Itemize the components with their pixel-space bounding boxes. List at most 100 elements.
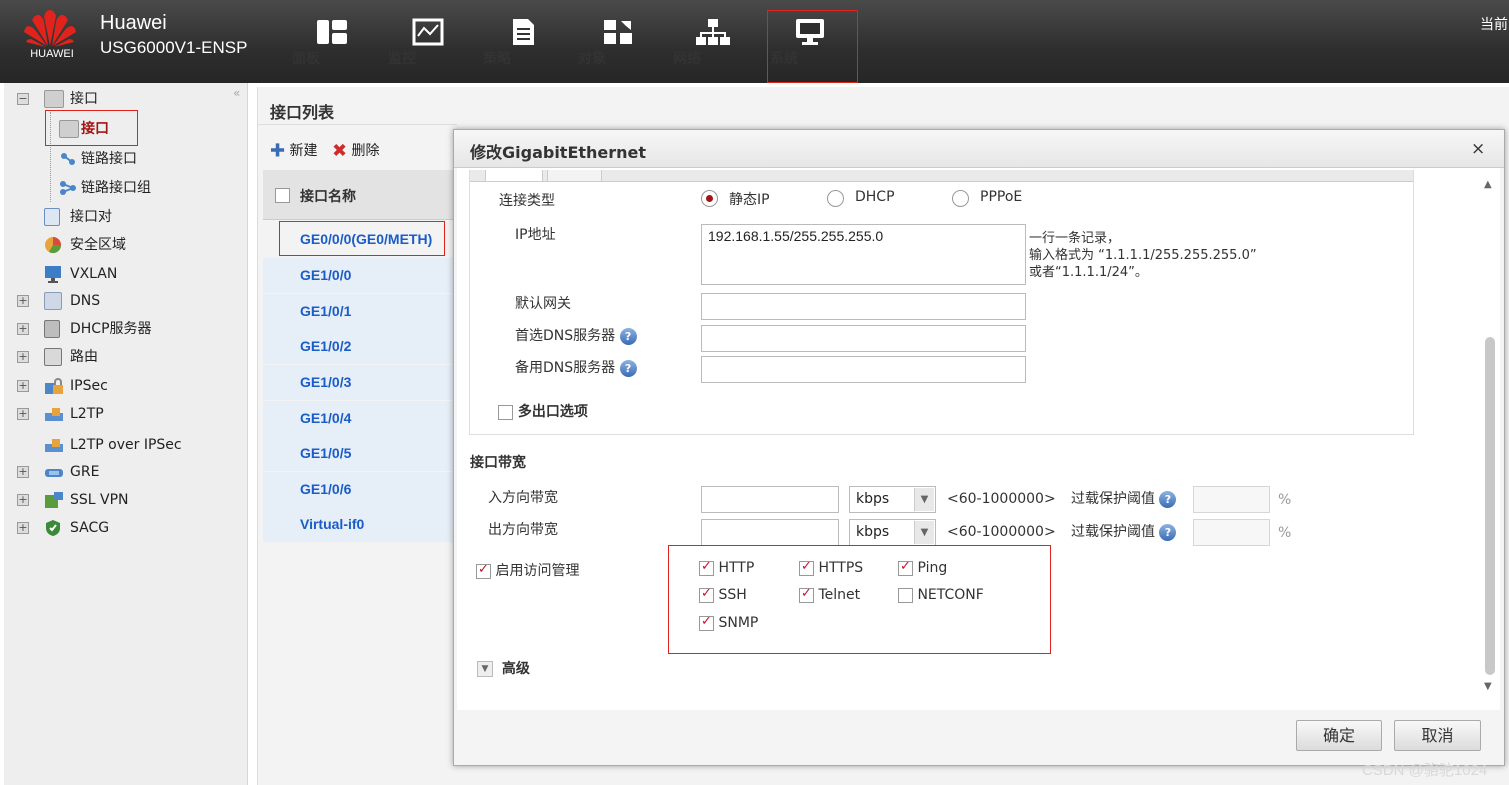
collapse-expander-icon[interactable]: − [17,93,29,105]
inbound-threshold-input[interactable] [1193,486,1270,513]
tree-item-label: GRE [70,464,100,480]
tree-item-label: L2TP [70,406,104,422]
access-management-checkbox[interactable] [476,562,491,579]
expand-expander-icon[interactable]: + [17,408,29,420]
current-user-label: 当前 [1480,17,1508,33]
tree-item-link-interface-group[interactable]: 链路接口组 [57,176,217,200]
help-icon[interactable]: ? [1159,523,1177,541]
nav-monitor[interactable]: 监控 [388,14,468,80]
select-all-checkbox[interactable] [275,187,290,203]
multi-exit-label: 多出口选项 [517,404,588,420]
scroll-up-icon[interactable]: ▲ [1484,179,1492,190]
interface-row[interactable]: GE1/0/6 [263,472,455,507]
secondary-dns-input[interactable] [701,356,1026,383]
threshold-label-text: 过载保护阈值 [1071,491,1155,507]
expand-expander-icon[interactable]: + [17,323,29,335]
tree-item-gre[interactable]: + GRE [17,460,217,484]
nav-policy[interactable]: 策略 [483,14,563,80]
interface-row[interactable]: GE1/0/0 [263,258,455,293]
tree-item-ssl-vpn[interactable]: + SSL VPN [17,488,217,512]
new-button[interactable]: ✚ 新建 [270,140,318,162]
close-icon[interactable]: × [1471,139,1485,159]
tree-item-dhcp-server[interactable]: + DHCP服务器 [17,317,217,341]
expand-expander-icon[interactable]: + [17,494,29,506]
scroll-down-icon[interactable]: ▼ [1484,681,1492,692]
outbound-range-hint: <60-1000000> [947,524,1056,540]
expand-expander-icon[interactable]: + [17,295,29,307]
help-icon[interactable]: ? [619,359,637,377]
monitor-icon [412,18,444,46]
interface-row[interactable]: GE1/0/5 [263,436,455,471]
tree-item-interface-group[interactable]: − 接口 [17,87,217,111]
outbound-percent: % [1278,525,1292,541]
delete-button-label: 删除 [351,143,380,159]
tree-item-dns[interactable]: + DNS [17,289,217,313]
radio-dhcp[interactable] [827,190,844,207]
outbound-bandwidth-input[interactable] [701,519,839,546]
ip-hint-line: 输入格式为 “1.1.1.1/255.255.255.0” [1029,248,1257,263]
tree-item-label: 链路接口 [81,151,137,167]
security-zone-icon [44,236,62,254]
object-icon [604,20,632,44]
interface-row[interactable]: GE1/0/1 [263,294,455,329]
secondary-dns-label-text: 备用DNS服务器 [515,360,616,376]
inbound-percent: % [1278,492,1292,508]
inbound-unit-select[interactable]: kbps ▼ [849,486,936,513]
gateway-input[interactable] [701,293,1026,320]
multi-exit-option[interactable]: 多出口选项 [498,401,588,421]
ok-button[interactable]: 确定 [1296,720,1382,751]
nav-object[interactable]: 对象 [578,14,658,80]
radio-pppoe[interactable] [952,190,969,207]
expand-expander-icon[interactable]: + [17,380,29,392]
radio-static-ip[interactable] [701,190,718,207]
tree-item-vxlan[interactable]: VXLAN [44,262,204,286]
ip-address-label: IP地址 [515,227,556,243]
interface-row[interactable]: GE1/0/4 [263,401,455,436]
interface-row[interactable]: Virtual-if0 [263,507,455,542]
advanced-toggle[interactable]: ▼ 高级 [477,658,530,678]
multi-exit-checkbox[interactable] [498,404,513,420]
unit-value: kbps [856,524,890,540]
tree-item-interface-pair[interactable]: 接口对 [44,205,204,229]
interface-row[interactable]: GE1/0/2 [263,329,455,364]
cancel-button[interactable]: 取消 [1394,720,1481,751]
tree-item-sacg[interactable]: + SACG [17,516,217,540]
outbound-threshold-input[interactable] [1193,519,1270,546]
bandwidth-section-title: 接口带宽 [470,455,526,471]
tree-item-ipsec[interactable]: + IPSec [17,374,217,398]
tree-item-label: 接口 [70,91,98,107]
outbound-unit-select[interactable]: kbps ▼ [849,519,936,546]
expand-expander-icon[interactable]: + [17,351,29,363]
expand-expander-icon[interactable]: + [17,522,29,534]
tree-item-highlight [45,110,138,146]
ip-hint: 一行一条记录， 输入格式为 “1.1.1.1/255.255.255.0” 或者… [1029,230,1257,281]
column-header-interface-name: 接口名称 [300,189,356,205]
nav-label: 策略 [483,51,511,67]
outbound-threshold-label: 过载保护阈值 ? [1071,521,1177,541]
tree-item-route[interactable]: + 路由 [17,345,217,369]
primary-dns-input[interactable] [701,325,1026,352]
inbound-bandwidth-input[interactable] [701,486,839,513]
tree-item-l2tp-over-ipsec[interactable]: L2TP over IPSec [44,433,224,457]
threshold-label-text: 过载保护阈值 [1071,524,1155,540]
access-management-option[interactable]: 启用访问管理 [476,560,579,580]
ip-hint-line: 一行一条记录， [1029,231,1121,246]
delete-icon: ✖ [332,140,348,162]
ip-address-textarea[interactable]: 192.168.1.55/255.255.255.0 [701,224,1026,285]
help-icon[interactable]: ? [619,327,637,345]
collapse-tree-icon[interactable]: « [233,86,240,100]
watermark: CSDN @骆驼1024 [1362,762,1488,779]
nav-dashboard[interactable]: 面板 [292,14,372,80]
tree-item-link-interface[interactable]: 链路接口 [57,147,217,171]
tree-item-l2tp[interactable]: + L2TP [17,402,217,426]
list-header [263,170,455,220]
nav-network[interactable]: 网络 [673,14,753,80]
interface-row[interactable]: GE1/0/3 [263,365,455,400]
scrollbar-thumb[interactable] [1485,337,1495,675]
nav-label: 监控 [388,51,416,67]
tree-item-security-zone[interactable]: 安全区域 [44,233,204,257]
interface-row-highlight [279,221,445,256]
expand-expander-icon[interactable]: + [17,466,29,478]
help-icon[interactable]: ? [1159,490,1177,508]
delete-button[interactable]: ✖ 删除 [332,140,380,162]
